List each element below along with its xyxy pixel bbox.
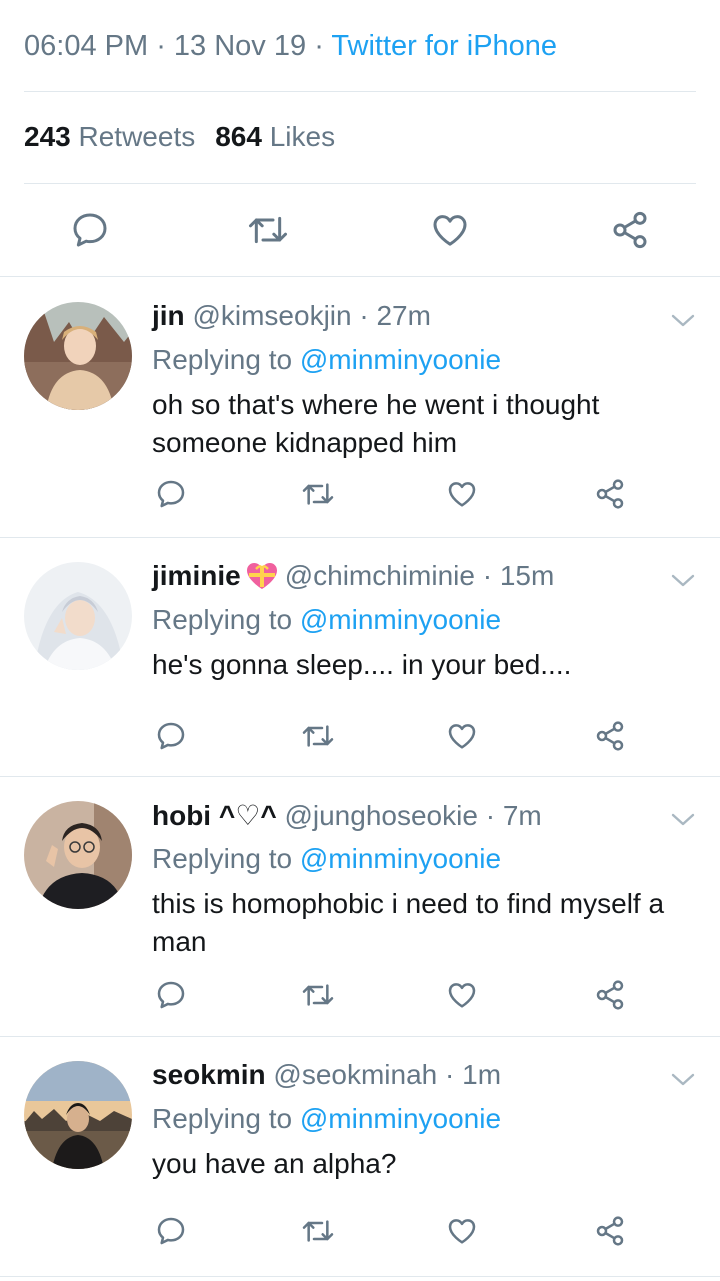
reply-icon[interactable] xyxy=(155,720,187,752)
reply-icon[interactable] xyxy=(155,478,187,510)
reply-header: seokmin @seokminah · 1m xyxy=(152,1059,502,1090)
replying-label: Replying to xyxy=(152,1103,293,1134)
reply-time: 7m xyxy=(502,800,542,831)
heart-icon[interactable] xyxy=(446,979,478,1011)
reply-icon[interactable] xyxy=(155,979,187,1011)
share-icon[interactable] xyxy=(594,1215,626,1247)
reply-header: jin @kimseokjin · 27m xyxy=(152,300,431,331)
reply-header: jiminie @chimchiminie · 15m xyxy=(152,560,555,591)
replying-to: Replying to @minminyoonie xyxy=(152,1103,501,1135)
retweet-icon[interactable] xyxy=(300,720,336,752)
divider xyxy=(0,537,720,538)
reply-tweet[interactable]: seokmin @seokminah · 1m Replying to @min… xyxy=(0,1059,720,1273)
retweet-icon[interactable] xyxy=(300,478,336,510)
heart-icon[interactable] xyxy=(446,478,478,510)
display-name[interactable]: seokmin xyxy=(152,1059,266,1090)
tweet-date: 13 Nov 19 xyxy=(173,30,307,62)
reply-action-bar xyxy=(0,1215,720,1249)
reply-text: oh so that's where he went i thought som… xyxy=(152,389,600,458)
chevron-down-icon[interactable] xyxy=(668,1069,698,1091)
reply-time: 15m xyxy=(499,560,555,591)
display-name[interactable]: jiminie xyxy=(152,560,241,591)
display-name[interactable]: hobi ^♡^ xyxy=(152,800,277,831)
likes-label: Likes xyxy=(269,121,336,152)
avatar[interactable] xyxy=(24,302,132,410)
reply-time: 1m xyxy=(462,1059,502,1090)
reply-header: hobi ^♡^ @junghoseokie · 7m xyxy=(152,800,542,831)
user-handle[interactable]: @seokminah xyxy=(273,1059,437,1090)
tweet-stats: 243 Retweets 864 Likes xyxy=(24,121,335,153)
retweet-icon[interactable] xyxy=(300,979,336,1011)
heart-icon[interactable] xyxy=(446,720,478,752)
reply-action-bar xyxy=(0,979,720,1013)
reply-text: you have an alpha? xyxy=(152,1148,397,1179)
retweet-icon[interactable] xyxy=(300,1215,336,1247)
chevron-down-icon[interactable] xyxy=(668,570,698,592)
retweet-icon[interactable] xyxy=(246,210,290,250)
reply-icon[interactable] xyxy=(155,1215,187,1247)
share-icon[interactable] xyxy=(594,720,626,752)
tweet-meta: 06:04 PM · 13 Nov 19 · Twitter for iPhon… xyxy=(24,30,557,63)
heart-icon[interactable] xyxy=(446,1215,478,1247)
replying-to: Replying to @minminyoonie xyxy=(152,843,501,875)
likes-count: 864 xyxy=(215,121,262,152)
mention-link[interactable]: @minminyoonie xyxy=(300,843,501,874)
heart-gift-emoji xyxy=(245,561,279,591)
mention-link[interactable]: @minminyoonie xyxy=(300,344,501,375)
retweets-stat[interactable]: 243 Retweets xyxy=(24,121,195,152)
tweet-action-bar xyxy=(0,208,720,254)
reply-tweet[interactable]: jiminie @chimchiminie · 15m Replying to … xyxy=(0,560,720,774)
reply-text: this is homophobic i need to find myself… xyxy=(152,888,665,957)
share-icon[interactable] xyxy=(610,210,650,250)
mention-link[interactable]: @minminyoonie xyxy=(300,1103,501,1134)
replying-label: Replying to xyxy=(152,843,293,874)
share-icon[interactable] xyxy=(594,979,626,1011)
divider xyxy=(0,1276,720,1277)
reply-time: 27m xyxy=(376,300,431,331)
avatar[interactable] xyxy=(24,1061,132,1169)
chevron-down-icon[interactable] xyxy=(668,809,698,831)
avatar[interactable] xyxy=(24,801,132,909)
share-icon[interactable] xyxy=(594,478,626,510)
retweets-label: Retweets xyxy=(78,121,196,152)
heart-icon[interactable] xyxy=(430,210,470,250)
user-handle[interactable]: @junghoseokie xyxy=(284,800,477,831)
reply-tweet[interactable]: hobi ^♡^ @junghoseokie · 7m Replying to … xyxy=(0,799,720,1035)
user-handle[interactable]: @kimseokjin xyxy=(192,300,351,331)
meta-separator: · xyxy=(314,30,332,62)
mention-link[interactable]: @minminyoonie xyxy=(300,604,501,635)
replying-label: Replying to xyxy=(152,604,293,635)
reply-tweet[interactable]: jin @kimseokjin · 27m Replying to @minmi… xyxy=(0,300,720,536)
divider xyxy=(0,276,720,277)
chevron-down-icon[interactable] xyxy=(668,310,698,332)
meta-separator: · xyxy=(156,30,174,62)
divider xyxy=(0,776,720,777)
avatar[interactable] xyxy=(24,562,132,670)
replying-to: Replying to @minminyoonie xyxy=(152,604,501,636)
reply-action-bar xyxy=(0,478,720,512)
reply-text: he's gonna sleep.... in your bed.... xyxy=(152,649,572,680)
replying-to: Replying to @minminyoonie xyxy=(152,344,501,376)
divider xyxy=(24,183,696,184)
tweet-time: 06:04 PM xyxy=(24,30,149,62)
display-name[interactable]: jin xyxy=(152,300,185,331)
user-handle[interactable]: @chimchiminie xyxy=(285,560,475,591)
replying-label: Replying to xyxy=(152,344,293,375)
divider xyxy=(24,91,696,92)
divider xyxy=(0,1036,720,1037)
retweets-count: 243 xyxy=(24,121,71,152)
likes-stat[interactable]: 864 Likes xyxy=(215,121,335,152)
tweet-source-link[interactable]: Twitter for iPhone xyxy=(331,30,557,62)
reply-action-bar xyxy=(0,720,720,754)
reply-icon[interactable] xyxy=(70,210,110,250)
